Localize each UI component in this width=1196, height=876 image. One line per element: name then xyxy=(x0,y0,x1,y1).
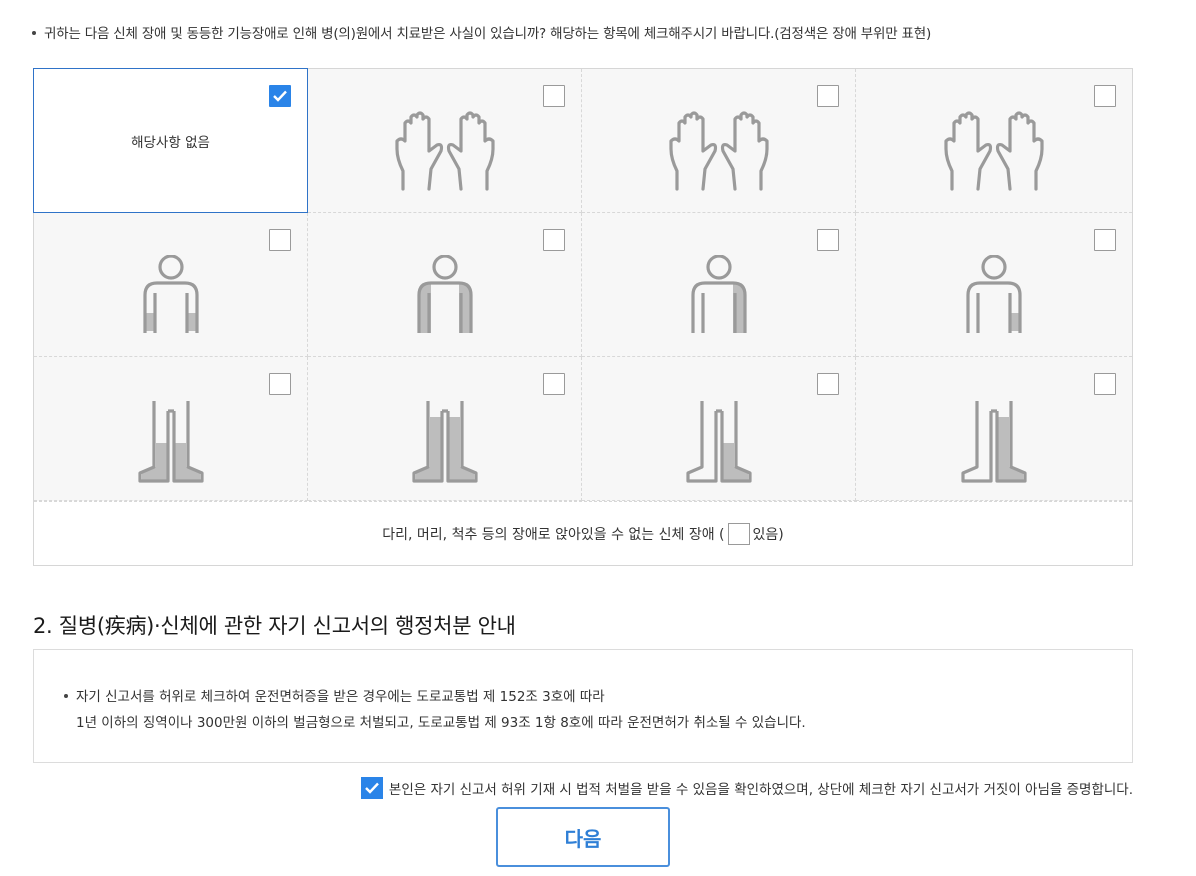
option-arm-4[interactable] xyxy=(856,213,1132,357)
confirm-text: 본인은 자기 신고서 허위 기재 시 법적 처벌을 받을 수 있음을 확인하였으… xyxy=(388,782,1133,798)
upper-body-icon xyxy=(690,255,747,333)
bullet-icon xyxy=(64,693,68,698)
option-none-label: 해당사항 없음 xyxy=(131,135,210,151)
option-none-checkbox[interactable] xyxy=(269,85,291,107)
option-hands-3-checkbox[interactable] xyxy=(1094,85,1116,107)
upper-body-icon xyxy=(966,255,1022,333)
option-leg-1-checkbox[interactable] xyxy=(269,373,291,395)
notice-line-2: 1년 이하의 징역이나 300만원 이하의 벌금형으로 처벌되고, 도로교통법 … xyxy=(76,715,806,731)
notice-box: 자기 신고서를 허위로 체크하여 운전면허증을 받은 경우에는 도로교통법 제 … xyxy=(33,649,1133,763)
option-hands-2-checkbox[interactable] xyxy=(817,85,839,107)
confirm-row: 본인은 자기 신고서 허위 기재 시 법적 처벌을 받을 수 있음을 확인하였으… xyxy=(360,776,1133,800)
option-hands-1[interactable] xyxy=(308,69,582,213)
option-leg-3-checkbox[interactable] xyxy=(817,373,839,395)
hands-icon xyxy=(668,111,769,191)
lower-body-icon xyxy=(411,401,478,483)
lower-body-icon xyxy=(685,401,752,483)
option-leg-2[interactable] xyxy=(308,357,582,501)
option-none[interactable]: 해당사항 없음 xyxy=(33,68,308,213)
option-hands-2[interactable] xyxy=(582,69,856,213)
option-arm-3-checkbox[interactable] xyxy=(817,229,839,251)
option-leg-2-checkbox[interactable] xyxy=(543,373,565,395)
option-leg-3[interactable] xyxy=(582,357,856,501)
option-arm-2-checkbox[interactable] xyxy=(543,229,565,251)
option-arm-1-checkbox[interactable] xyxy=(269,229,291,251)
sitting-disability-row: 다리, 머리, 척추 등의 장애로 앉아있을 수 없는 신체 장애 ( 있음) xyxy=(34,501,1132,565)
intro-text: 귀하는 다음 신체 장애 및 동등한 기능장애로 인해 병(의)원에서 치료받은… xyxy=(44,26,932,42)
option-arm-2[interactable] xyxy=(308,213,582,357)
option-arm-3[interactable] xyxy=(582,213,856,357)
option-hands-1-checkbox[interactable] xyxy=(543,85,565,107)
next-button[interactable]: 다음 xyxy=(496,807,670,867)
confirm-checkbox[interactable] xyxy=(360,777,383,799)
bullet-icon xyxy=(32,30,36,35)
option-leg-1[interactable] xyxy=(34,357,308,501)
disability-grid: 해당사항 없음 다리, 머리, 척추 등의 장애로 앉아있을 수 없는 신체 장… xyxy=(33,68,1133,566)
option-arm-1[interactable] xyxy=(34,213,308,357)
hands-icon xyxy=(394,111,495,191)
sitting-disability-text: 다리, 머리, 척추 등의 장애로 앉아있을 수 없는 신체 장애 ( 있음) xyxy=(34,522,1132,545)
option-leg-4-checkbox[interactable] xyxy=(1094,373,1116,395)
intro-question: 귀하는 다음 신체 장애 및 동등한 기능장애로 인해 병(의)원에서 치료받은… xyxy=(32,22,931,42)
notice-line-1-text: 자기 신고서를 허위로 체크하여 운전면허증을 받은 경우에는 도로교통법 제 … xyxy=(76,689,605,705)
option-hands-3[interactable] xyxy=(856,69,1132,213)
hands-icon xyxy=(944,111,1044,191)
section-title: 2. 질병(疾病)·신체에 관한 자기 신고서의 행정처분 안내 xyxy=(33,614,516,638)
lower-body-icon xyxy=(137,401,204,483)
lower-body-icon xyxy=(961,401,1027,483)
notice-line-1: 자기 신고서를 허위로 체크하여 운전면허증을 받은 경우에는 도로교통법 제 … xyxy=(64,685,605,705)
option-leg-4[interactable] xyxy=(856,357,1132,501)
option-arm-4-checkbox[interactable] xyxy=(1094,229,1116,251)
sitting-disability-suffix: 있음) xyxy=(752,527,784,543)
upper-body-icon xyxy=(416,255,473,333)
sitting-disability-label: 다리, 머리, 척추 등의 장애로 앉아있을 수 없는 신체 장애 ( xyxy=(382,527,725,543)
upper-body-icon xyxy=(142,255,199,333)
sitting-disability-checkbox[interactable] xyxy=(727,522,750,545)
